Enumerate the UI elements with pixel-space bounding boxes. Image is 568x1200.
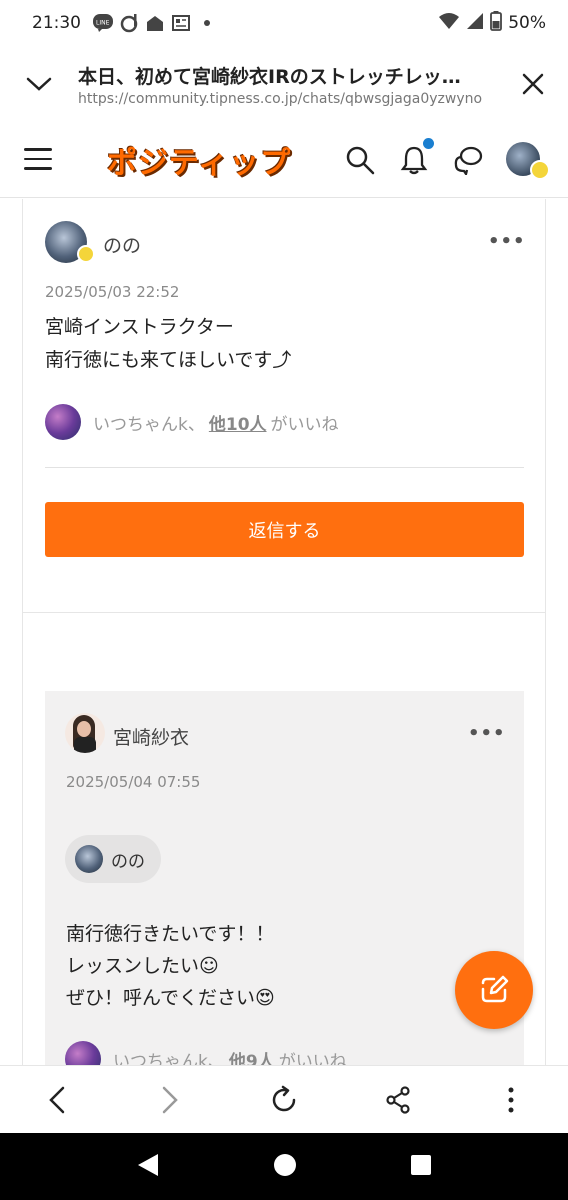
more-options-icon[interactable]: ••• bbox=[488, 231, 526, 252]
liker-avatar bbox=[65, 1041, 101, 1065]
bell-icon[interactable] bbox=[398, 138, 434, 176]
forward-icon[interactable] bbox=[146, 1076, 194, 1124]
dot-icon bbox=[197, 13, 217, 33]
post-card: のの ••• 2025/05/03 22:52 宮崎インストラクター 南行徳にも… bbox=[22, 199, 546, 613]
reply-author-avatar[interactable] bbox=[65, 713, 105, 753]
author-badge-icon bbox=[77, 245, 95, 263]
reply-likes[interactable]: いつちゃんk 、 他9人 がいいね bbox=[65, 1041, 347, 1065]
post-line: 南行徳にも来てほしいです⤴ bbox=[45, 349, 292, 371]
notification-dot bbox=[423, 138, 434, 149]
user-badge-icon bbox=[530, 160, 550, 180]
chat-content: のの ••• 2025/05/03 22:52 宮崎インストラクター 南行徳にも… bbox=[0, 199, 568, 1065]
url-info[interactable]: 本日、初めて宮崎紗衣IRのストレッチレッ… https://community.… bbox=[78, 62, 498, 107]
post-date: 2025/05/03 22:52 bbox=[45, 283, 180, 301]
close-icon[interactable] bbox=[498, 46, 568, 122]
search-icon[interactable] bbox=[344, 144, 376, 176]
mention-chip[interactable]: のの bbox=[65, 835, 161, 883]
reply-line: 南行徳行きたいです！！ bbox=[66, 923, 275, 945]
nav-back-icon[interactable] bbox=[136, 1152, 160, 1182]
compose-button[interactable] bbox=[455, 951, 533, 1029]
line-icon: LINE bbox=[93, 13, 113, 33]
status-right: 50% bbox=[438, 10, 546, 36]
mention-name: のの bbox=[111, 851, 145, 872]
d-icon bbox=[119, 13, 139, 33]
post-author-name[interactable]: のの bbox=[103, 231, 141, 258]
page-title: 本日、初めて宮崎紗衣IRのストレッチレッ… bbox=[78, 65, 461, 88]
reply-date: 2025/05/04 07:55 bbox=[66, 773, 201, 791]
battery-icon bbox=[490, 10, 503, 36]
battery-percent: 50% bbox=[508, 13, 546, 33]
reply-button[interactable]: 返信する bbox=[45, 502, 524, 557]
nav-recents-icon[interactable] bbox=[410, 1154, 432, 1180]
post-likes[interactable]: いつちゃんk 、 他10人 がいいね bbox=[45, 404, 339, 440]
site-logo[interactable]: ポジティップ bbox=[104, 138, 294, 182]
hamburger-menu-icon[interactable] bbox=[24, 148, 52, 172]
wifi-icon bbox=[438, 12, 460, 35]
likes-suffix: がいいね bbox=[270, 414, 339, 435]
status-bar: 21:30 LINE 50% bbox=[0, 0, 568, 46]
browser-url-bar: 本日、初めて宮崎紗衣IRのストレッチレッ… https://community.… bbox=[0, 46, 568, 122]
chat-icon[interactable] bbox=[452, 144, 484, 176]
liker-separator: 、 bbox=[207, 1051, 225, 1066]
likes-others-link[interactable]: 他10人 bbox=[209, 410, 267, 435]
divider bbox=[45, 467, 524, 468]
likes-suffix: がいいね bbox=[278, 1051, 347, 1066]
chevron-down-icon[interactable] bbox=[0, 46, 78, 122]
signal-icon bbox=[466, 12, 484, 35]
back-icon[interactable] bbox=[33, 1076, 81, 1124]
svg-text:LINE: LINE bbox=[96, 20, 110, 27]
more-options-icon[interactable]: ••• bbox=[468, 723, 506, 744]
edit-icon bbox=[481, 975, 509, 1003]
logo-text: ポジティップ bbox=[106, 146, 292, 181]
reply-box: 宮崎紗衣 ••• 2025/05/04 07:55 のの 南行徳行きたいです！！… bbox=[45, 691, 524, 1065]
share-icon[interactable] bbox=[374, 1076, 422, 1124]
android-nav-bar bbox=[0, 1133, 568, 1200]
home-icon bbox=[145, 13, 165, 33]
page-url: https://community.tipness.co.jp/chats/qb… bbox=[78, 90, 483, 107]
news-icon bbox=[171, 13, 191, 33]
liker-separator: 、 bbox=[187, 414, 205, 435]
post-line: 宮崎インストラクター bbox=[45, 316, 234, 338]
browser-toolbar bbox=[0, 1065, 568, 1133]
reply-line: ぜひ！呼んでください😍 bbox=[66, 987, 275, 1009]
kebab-menu-icon[interactable] bbox=[487, 1076, 535, 1124]
reply-author-name[interactable]: 宮崎紗衣 bbox=[113, 723, 189, 750]
reload-icon[interactable] bbox=[260, 1076, 308, 1124]
nav-home-icon[interactable] bbox=[272, 1152, 298, 1182]
reply-body: 南行徳行きたいです！！ レッスンしたい☺ ぜひ！呼んでください😍 bbox=[66, 918, 275, 1014]
status-time: 21:30 bbox=[32, 13, 81, 33]
liker-name: いつちゃんk bbox=[113, 1051, 208, 1066]
status-icons-left: LINE bbox=[93, 13, 217, 33]
reply-line: レッスンしたい☺ bbox=[66, 955, 219, 977]
post-body: 宮崎インストラクター 南行徳にも来てほしいです⤴ bbox=[45, 311, 291, 377]
likes-others-link[interactable]: 他9人 bbox=[229, 1047, 275, 1066]
liker-name: いつちゃんk bbox=[93, 414, 188, 435]
liker-avatar bbox=[45, 404, 81, 440]
site-header: ポジティップ bbox=[0, 122, 568, 198]
mention-avatar bbox=[75, 845, 103, 873]
